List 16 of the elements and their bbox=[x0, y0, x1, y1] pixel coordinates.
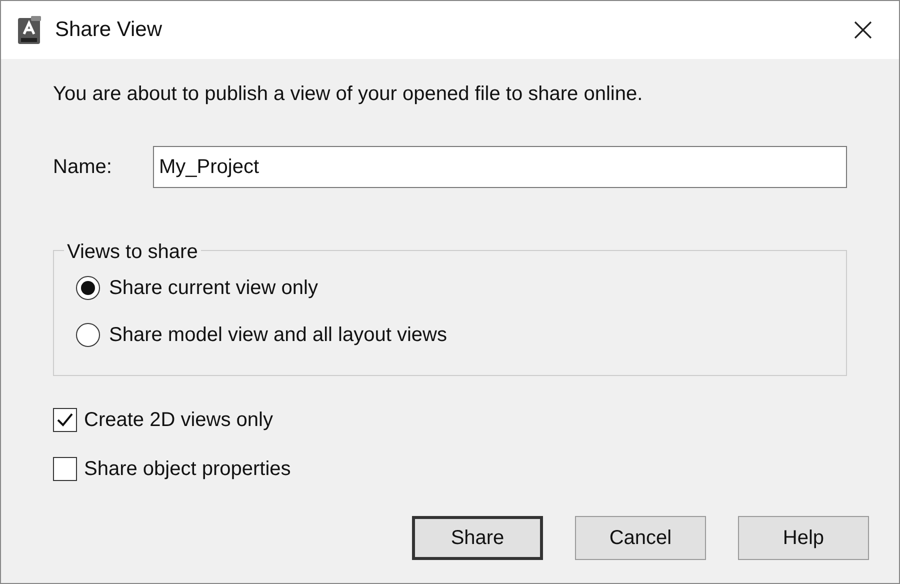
intro-text: You are about to publish a view of your opened file to share online. bbox=[53, 82, 644, 107]
name-field[interactable]: My_Project bbox=[153, 146, 847, 188]
name-label: Name: bbox=[53, 155, 113, 180]
app-icon bbox=[17, 15, 43, 45]
radio-button[interactable] bbox=[76, 323, 100, 347]
dialog-button[interactable]: Cancel bbox=[575, 516, 706, 560]
checkbox[interactable] bbox=[53, 408, 77, 432]
radio-label: Share model view and all layout views bbox=[109, 323, 447, 348]
checkbox[interactable] bbox=[53, 457, 77, 481]
radio-label: Share current view only bbox=[109, 276, 318, 301]
checkbox-label: Create 2D views only bbox=[84, 408, 273, 433]
checkbox-label: Share object properties bbox=[84, 457, 291, 482]
dialog-button[interactable]: Help bbox=[738, 516, 869, 560]
radio-button[interactable] bbox=[76, 276, 100, 300]
dialog-button[interactable]: Share bbox=[412, 516, 543, 560]
window-title: Share View bbox=[55, 17, 162, 44]
